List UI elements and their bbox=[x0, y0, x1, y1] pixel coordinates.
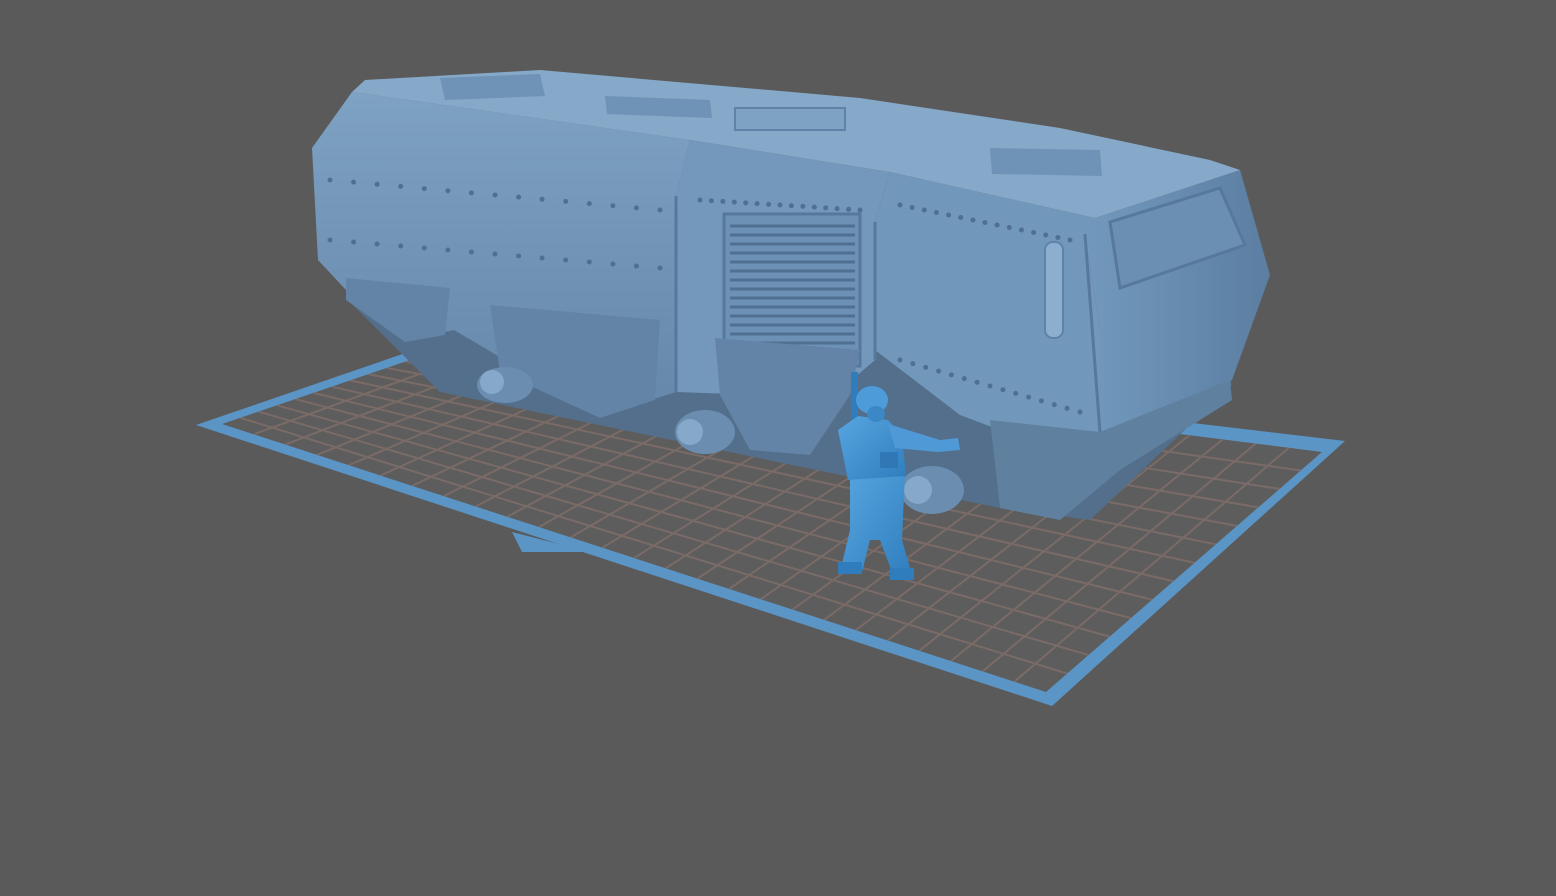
wheel-front bbox=[900, 466, 964, 514]
rivet bbox=[1067, 237, 1073, 243]
wheel-rear bbox=[477, 367, 533, 403]
rivet bbox=[445, 188, 451, 194]
rivet bbox=[1064, 405, 1070, 411]
3d-viewport[interactable] bbox=[0, 0, 1556, 896]
rivet bbox=[1038, 398, 1044, 404]
rivet bbox=[421, 245, 427, 251]
rivet bbox=[327, 177, 333, 183]
rivet bbox=[936, 368, 942, 374]
skirt-panel-1 bbox=[346, 278, 450, 342]
roof-hatch-front bbox=[990, 148, 1102, 176]
rivet bbox=[933, 210, 939, 215]
roof-vent bbox=[734, 107, 846, 131]
rivet bbox=[788, 203, 794, 209]
rivet bbox=[516, 253, 522, 259]
rivet bbox=[610, 261, 616, 267]
rivet bbox=[539, 255, 545, 261]
soldier-face bbox=[867, 406, 885, 422]
rivet bbox=[657, 265, 663, 271]
rivet bbox=[633, 263, 639, 269]
rivet bbox=[948, 372, 954, 378]
rivet bbox=[961, 376, 967, 382]
rivet bbox=[834, 206, 840, 212]
rivet bbox=[374, 181, 380, 187]
rivet bbox=[1026, 394, 1032, 400]
rivet bbox=[563, 198, 569, 204]
rivet bbox=[958, 215, 964, 220]
soldier-boot-right bbox=[890, 568, 914, 580]
scene-canvas[interactable] bbox=[0, 0, 1556, 896]
rivet bbox=[468, 190, 474, 196]
rivet bbox=[351, 179, 357, 185]
rivet bbox=[982, 220, 988, 225]
rivet bbox=[610, 203, 616, 209]
rivet bbox=[492, 192, 498, 198]
rivet bbox=[586, 201, 592, 207]
rivet bbox=[754, 201, 760, 207]
rivet bbox=[777, 202, 783, 208]
rivet bbox=[909, 205, 915, 210]
rivet bbox=[445, 247, 451, 253]
rivet bbox=[731, 199, 737, 205]
rivet bbox=[846, 206, 852, 212]
rivet bbox=[539, 196, 545, 202]
rivet bbox=[697, 197, 703, 203]
rivet bbox=[468, 249, 474, 255]
rivet bbox=[1018, 227, 1024, 233]
rivet bbox=[398, 243, 404, 249]
wheel-middle bbox=[675, 410, 735, 454]
rivet bbox=[1077, 409, 1083, 415]
roof-hatch-rear bbox=[440, 74, 545, 100]
rivet bbox=[1043, 232, 1049, 238]
rivet bbox=[974, 379, 980, 385]
rivet bbox=[946, 212, 952, 218]
rivet bbox=[1013, 390, 1019, 396]
rivet bbox=[800, 203, 806, 209]
rivet bbox=[657, 207, 663, 213]
rivet bbox=[1055, 235, 1061, 240]
rivet bbox=[897, 357, 903, 363]
rivet bbox=[720, 198, 726, 204]
rivet bbox=[563, 257, 569, 263]
rivet bbox=[586, 259, 592, 265]
rivet bbox=[1031, 230, 1037, 235]
rivet bbox=[766, 201, 772, 207]
rivet bbox=[633, 205, 639, 211]
rivet bbox=[910, 361, 916, 367]
rivet bbox=[970, 217, 976, 223]
rivet bbox=[823, 205, 829, 211]
rivet bbox=[492, 251, 498, 257]
cab-door-handle bbox=[1044, 241, 1064, 339]
rivet bbox=[421, 186, 427, 192]
soldier-boot-left bbox=[838, 562, 862, 574]
rivet bbox=[374, 241, 380, 247]
rivet bbox=[987, 383, 993, 389]
rivet bbox=[516, 194, 522, 200]
rivet bbox=[1000, 387, 1006, 393]
rivet bbox=[923, 364, 929, 370]
rivet bbox=[921, 207, 927, 213]
rivet bbox=[897, 202, 903, 208]
rivet bbox=[1006, 225, 1012, 230]
rivet bbox=[398, 183, 404, 189]
rivet bbox=[327, 237, 333, 243]
soldier-pouch bbox=[880, 452, 898, 468]
rivet bbox=[743, 200, 749, 206]
rivet bbox=[857, 207, 863, 213]
rivet bbox=[351, 239, 357, 245]
rivet bbox=[708, 198, 714, 204]
rivet bbox=[1051, 402, 1057, 408]
rivet bbox=[811, 204, 817, 210]
rivet bbox=[994, 222, 1000, 228]
